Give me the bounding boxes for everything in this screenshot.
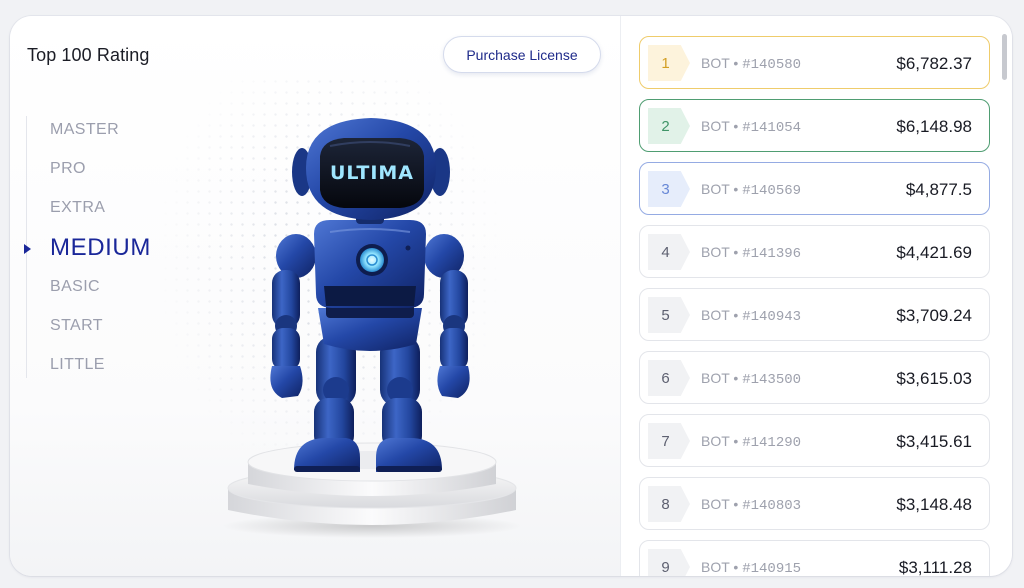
- bot-id: BOT • #140569: [701, 181, 801, 199]
- bot-price: $3,615.03: [896, 369, 972, 388]
- tier-label: LITTLE: [50, 356, 105, 374]
- ranking-row[interactable]: 2 BOT • #141054 $6,148.98: [639, 99, 990, 152]
- bot-id: BOT • #140915: [701, 559, 801, 576]
- ranking-row[interactable]: 5 BOT • #140943 $3,709.24: [639, 288, 990, 341]
- tier-label: MEDIUM: [50, 233, 151, 261]
- tier-label: BASIC: [50, 277, 101, 295]
- tier-list: MASTER PRO EXTRA MEDIUM BASIC START LITTLE: [24, 116, 151, 390]
- rank-badge: 1: [648, 45, 690, 81]
- tier-label: START: [50, 316, 103, 334]
- ranking-row[interactable]: 8 BOT • #140803 $3,148.48: [639, 477, 990, 530]
- bot-number: #141054: [742, 120, 802, 136]
- bot-prefix: BOT •: [701, 559, 743, 575]
- scrollbar[interactable]: [1002, 34, 1007, 80]
- purchase-license-button[interactable]: Purchase License: [443, 36, 601, 73]
- bot-id: BOT • #141396: [701, 244, 801, 262]
- tier-item-basic[interactable]: BASIC: [50, 273, 151, 312]
- bot-price: $6,148.98: [896, 117, 972, 136]
- bot-id: BOT • #140943: [701, 307, 801, 325]
- tier-label: EXTRA: [50, 199, 106, 217]
- rank-badge: 3: [648, 171, 690, 207]
- bot-price: $6,782.37: [896, 54, 972, 73]
- bot-prefix: BOT •: [701, 181, 743, 197]
- bot-prefix: BOT •: [701, 55, 743, 71]
- rank-badge: 9: [648, 549, 690, 576]
- bot-price: $3,709.24: [896, 306, 972, 325]
- bot-number: #140943: [742, 309, 802, 325]
- bot-price: $3,111.28: [898, 558, 972, 576]
- rating-card: Top 100 Rating Purchase License MASTER PR…: [10, 16, 1012, 576]
- robot-illustration: ULTIMA: [210, 108, 530, 538]
- bot-id: BOT • #140803: [701, 496, 801, 514]
- bot-id: BOT • #141054: [701, 118, 801, 136]
- bot-prefix: BOT •: [701, 433, 743, 449]
- bot-prefix: BOT •: [701, 307, 743, 323]
- leaderboard-panel: 1 BOT • #140580 $6,782.37 2 BOT • #141054 $6,…: [620, 16, 1012, 576]
- rank-badge: 2: [648, 108, 690, 144]
- rank-badge: 6: [648, 360, 690, 396]
- tier-item-medium[interactable]: MEDIUM: [24, 233, 151, 273]
- rank-badge: 5: [648, 297, 690, 333]
- bot-number: #141290: [742, 435, 802, 451]
- ranking-row[interactable]: 6 BOT • #143500 $3,615.03: [639, 351, 990, 404]
- bot-id: BOT • #143500: [701, 370, 801, 388]
- robot-svg: ULTIMA: [222, 118, 522, 538]
- rank-badge: 7: [648, 423, 690, 459]
- bot-number: #140803: [742, 498, 802, 514]
- tier-item-start[interactable]: START: [50, 312, 151, 351]
- bot-prefix: BOT •: [701, 370, 743, 386]
- tier-item-master[interactable]: MASTER: [50, 116, 151, 155]
- bot-prefix: BOT •: [701, 118, 743, 134]
- bot-price: $4,877.5: [905, 180, 972, 199]
- bot-prefix: BOT •: [701, 244, 743, 260]
- bot-id: BOT • #141290: [701, 433, 801, 451]
- bot-id: BOT • #140580: [701, 55, 801, 73]
- ranking-row[interactable]: 4 BOT • #141396 $4,421.69: [639, 225, 990, 278]
- tier-item-pro[interactable]: PRO: [50, 155, 151, 194]
- showcase-panel: Top 100 Rating Purchase License MASTER PR…: [10, 16, 620, 576]
- bot-price: $3,415.61: [896, 432, 972, 451]
- bot-number: #140915: [742, 561, 802, 576]
- rank-badge: 8: [648, 486, 690, 522]
- bot-number: #140580: [742, 57, 802, 73]
- ranking-row[interactable]: 3 BOT • #140569 $4,877.5: [639, 162, 990, 215]
- page-title: Top 100 Rating: [27, 45, 150, 65]
- ranking-row[interactable]: 7 BOT • #141290 $3,415.61: [639, 414, 990, 467]
- bot-number: #141396: [742, 246, 802, 262]
- bot-prefix: BOT •: [701, 496, 743, 512]
- bot-price: $3,148.48: [896, 495, 972, 514]
- bot-number: #143500: [742, 372, 802, 388]
- active-tier-arrow-icon: [24, 243, 31, 254]
- ranking-list: 1 BOT • #140580 $6,782.37 2 BOT • #141054 $6,…: [639, 36, 990, 576]
- ranking-row[interactable]: 9 BOT • #140915 $3,111.28: [639, 540, 990, 576]
- tier-label: PRO: [50, 160, 86, 178]
- tier-item-extra[interactable]: EXTRA: [50, 194, 151, 233]
- tier-item-little[interactable]: LITTLE: [50, 351, 151, 390]
- bot-number: #140569: [742, 183, 802, 199]
- bot-price: $4,421.69: [896, 243, 972, 262]
- robot-visor-text: ULTIMA: [330, 162, 414, 184]
- rank-badge: 4: [648, 234, 690, 270]
- tier-label: MASTER: [50, 121, 120, 138]
- ranking-row[interactable]: 1 BOT • #140580 $6,782.37: [639, 36, 990, 89]
